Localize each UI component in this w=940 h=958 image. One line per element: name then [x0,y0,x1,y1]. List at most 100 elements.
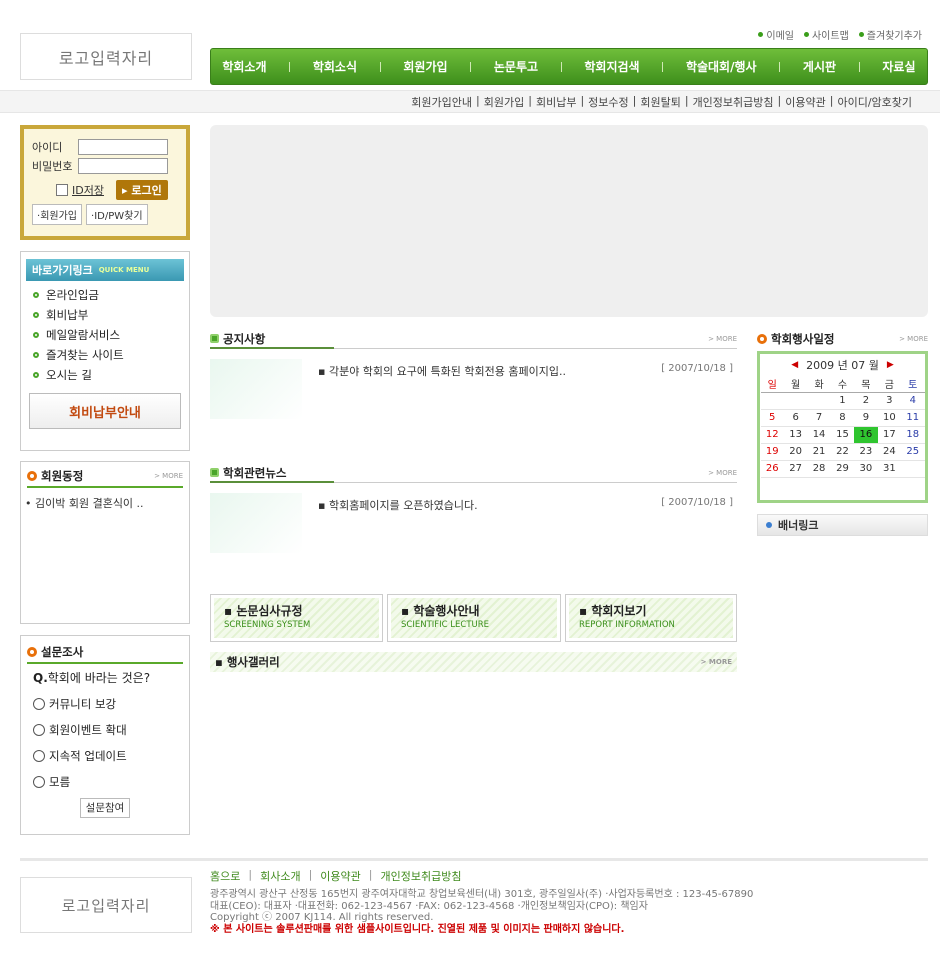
subnav-terms[interactable]: 이용약관 [785,94,825,110]
calendar-day[interactable]: 17 [877,426,902,444]
login-button[interactable]: ▸ 로그인 [115,180,168,200]
calendar-day[interactable]: 2 [854,392,878,410]
calendar-day[interactable]: 9 [854,409,878,427]
prev-month-icon[interactable]: ◀ [791,360,798,370]
nav-submit-paper[interactable]: 논문투고 [494,58,538,75]
calendar-day[interactable]: 15 [830,426,855,444]
nav-join[interactable]: 회원가입 [403,58,447,75]
poll-option-4[interactable]: 모름 [33,774,189,790]
nav-about[interactable]: 학회소개 [222,58,266,75]
member-news-more-link[interactable]: > MORE [154,472,183,480]
calendar-day[interactable]: 4 [901,392,925,410]
subnav-find-account[interactable]: 아이디/암호찾기 [837,94,912,110]
calendar-day[interactable]: 19 [760,443,784,461]
calendar-day[interactable]: 10 [877,409,902,427]
nav-board[interactable]: 게시판 [803,58,836,75]
nav-news[interactable]: 학회소식 [313,58,357,75]
calendar-day[interactable]: 22 [830,443,855,461]
calendar-day[interactable]: 12 [760,426,784,444]
radio-icon [33,750,45,762]
util-sitemap-link[interactable]: 사이트맵 [803,27,849,42]
calendar-day[interactable]: 16 [854,426,878,444]
poll-submit-button[interactable]: 설문참여 [79,798,131,818]
news-item[interactable]: ▪ 학회홈페이지를 오픈하였습니다. [318,497,645,513]
quick-item-mail-alert[interactable]: 메일알람서비스 [33,327,177,343]
quick-item-directions[interactable]: 오시는 길 [33,367,177,383]
news-thumbnail[interactable] [210,493,302,553]
nav-conference[interactable]: 학술대회/행사 [686,58,757,75]
calendar-day[interactable]: 25 [901,443,925,461]
subnav-join-guide[interactable]: 회원가입안내 [411,94,472,110]
bullet-icon [33,292,39,298]
gallery-section: ▪ 행사갤러리 > MORE [210,652,737,672]
subnav-fee[interactable]: 회비납부 [536,94,576,110]
poll-option-1[interactable]: 커뮤니티 보강 [33,696,189,712]
join-button[interactable]: ·회원가입 [32,204,82,225]
subnav-join[interactable]: 회원가입 [484,94,524,110]
quick-item-online-deposit[interactable]: 온라인입금 [33,287,177,303]
calendar-day[interactable]: 7 [807,409,831,427]
bullet-icon [758,32,764,37]
calendar-day[interactable]: 8 [830,409,855,427]
bullet-icon [33,332,39,338]
bullet-icon [33,372,39,378]
save-id-label: ID저장 [72,184,104,197]
poll-question-mark: Q. [33,671,48,685]
event-schedule-more-link[interactable]: > MORE [899,335,928,343]
poll-option-3[interactable]: 지속적 업데이트 [33,748,189,764]
gallery-more-link[interactable]: > MORE [701,658,732,666]
util-email-link[interactable]: 이메일 [758,27,794,42]
nav-journal-search[interactable]: 학회지검색 [584,58,639,75]
footer-terms-link[interactable]: 이용약관 [320,868,360,884]
calendar-day[interactable]: 13 [783,426,808,444]
calendar-day[interactable]: 30 [854,460,878,478]
id-input[interactable] [78,139,168,155]
nav-archive[interactable]: 자료실 [882,58,915,75]
util-bookmark-link[interactable]: 즐겨찾기추가 [858,27,922,42]
poll-option-2[interactable]: 회원이벤트 확대 [33,722,189,738]
calendar-day[interactable]: 14 [807,426,831,444]
member-news-item[interactable]: • 김이박 회원 결혼식이 .. [21,488,189,518]
calendar-day[interactable]: 29 [830,460,855,478]
shortcut-report[interactable]: ▪ 학회지보기 REPORT INFORMATION [565,594,737,642]
footer-privacy-link[interactable]: 개인정보취급방침 [381,868,462,884]
shortcut-lecture[interactable]: ▪ 학술행사안내 SCIENTIFIC LECTURE [387,594,561,642]
quick-item-fee-payment[interactable]: 회비납부 [33,307,177,323]
password-input[interactable] [78,158,168,174]
footer-copyright: Copyright ⓒ 2007 KJ114. All rights reser… [210,912,434,923]
calendar-day[interactable]: 6 [783,409,808,427]
footer-home-link[interactable]: 홈으로 [210,868,240,884]
subnav-withdraw[interactable]: 회원탈퇴 [640,94,680,110]
save-id-checkbox[interactable] [56,184,68,196]
shortcut-screening[interactable]: ▪ 논문심사규정 SCREENING SYSTEM [210,594,383,642]
calendar-day[interactable]: 3 [877,392,902,410]
calendar-day[interactable]: 24 [877,443,902,461]
notice-more-link[interactable]: > MORE [708,335,737,343]
calendar-day[interactable]: 31 [877,460,902,478]
calendar-day[interactable]: 27 [783,460,808,478]
calendar-day[interactable]: 23 [854,443,878,461]
site-logo[interactable]: 로고입력자리 [20,33,192,80]
news-more-link[interactable]: > MORE [708,469,737,477]
calendar-day[interactable]: 18 [901,426,925,444]
bullet-icon [766,522,772,528]
calendar-day[interactable]: 28 [807,460,831,478]
quick-item-favorite-sites[interactable]: 즐겨찾는 사이트 [33,347,177,363]
subnav-edit-info[interactable]: 정보수정 [588,94,628,110]
calendar-day[interactable]: 1 [830,392,855,410]
weekday-label: 토 [901,375,925,393]
subnav-privacy[interactable]: 개인정보취급방침 [693,94,774,110]
calendar-day[interactable]: 5 [760,409,784,427]
banner-link[interactable]: 배너링크 [757,514,928,536]
calendar-day[interactable]: 21 [807,443,831,461]
fee-guide-button[interactable]: 회비납부안내 [29,393,181,429]
find-id-pw-button[interactable]: ·ID/PW찾기 [86,204,148,225]
notice-item[interactable]: ▪ 각분야 학회의 요구에 특화된 학회전용 홈페이지입.. [318,363,645,379]
calendar-day[interactable]: 11 [901,409,925,427]
footer-company-link[interactable]: 회사소개 [260,868,300,884]
calendar-day[interactable]: 20 [783,443,808,461]
shortcut-subtitle: REPORT INFORMATION [579,620,675,630]
notice-thumbnail[interactable] [210,359,302,419]
next-month-icon[interactable]: ▶ [887,360,894,370]
calendar-day[interactable]: 26 [760,460,784,478]
